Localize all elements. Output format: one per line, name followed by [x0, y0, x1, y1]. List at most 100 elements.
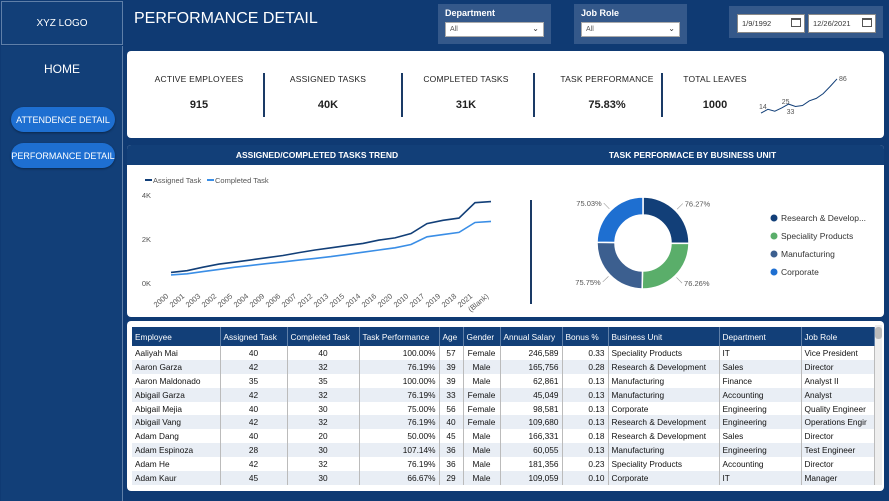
job-role-value: All	[586, 26, 594, 33]
table-cell: 42	[220, 415, 288, 430]
calendar-icon[interactable]	[791, 18, 801, 27]
chart-panel: ASSIGNED/COMPLETED TASKS TREND TASK PERF…	[127, 145, 884, 317]
logo: XYZ LOGO	[1, 1, 123, 45]
table-row[interactable]: Adam Kaur 45 30 66.67% 29 Male 109,059 0.10 Corp…	[132, 471, 875, 485]
table-row[interactable]: Aaliyah Mai 40 40 100.00% 57 Female 246,589 0.3…	[132, 346, 875, 360]
column-header[interactable]: Gender	[463, 327, 501, 346]
column-header[interactable]: Age	[439, 327, 464, 346]
column-header[interactable]: Task Performance	[359, 327, 440, 346]
table-cell: Accounting	[719, 387, 802, 402]
data-label: 76.27%	[685, 200, 711, 209]
donut-chart-title: TASK PERFORMACE BY BUSINESS UNIT	[501, 145, 884, 165]
table-cell: Finance	[719, 373, 802, 388]
table-cell: Director	[801, 359, 875, 374]
table-row[interactable]: Adam Espinoza 28 30 107.14% 36 Male 60,055 0.13…	[132, 443, 875, 458]
date-from-input[interactable]: 1/9/1992	[737, 14, 805, 33]
x-tick-label: 2002	[200, 292, 219, 310]
x-tick-label: 2003	[184, 292, 203, 310]
table-cell: Quality Engineer	[801, 401, 875, 416]
calendar-icon[interactable]	[862, 18, 872, 27]
column-header[interactable]: Job Role	[801, 327, 875, 346]
kpi-completed-tasks: COMPLETED TASKS 31K	[409, 51, 523, 138]
table-cell: Abigail Mejia	[132, 401, 221, 416]
x-tick-label: 2020	[376, 292, 395, 310]
table-cell: 32	[287, 387, 360, 402]
x-tick-label: 2012	[296, 292, 315, 310]
table-row[interactable]: Abigail Garza 42 32 76.19% 33 Female 45,049 0.1…	[132, 387, 875, 402]
department-dropdown[interactable]: All ⌄	[445, 22, 544, 37]
table-row[interactable]: Adam Dang 40 20 50.00% 45 Male 166,331 0.18 Rese…	[132, 429, 875, 444]
performance-detail-button[interactable]: PERFORMANCE DETAIL	[11, 143, 115, 168]
column-header[interactable]: Completed Task	[287, 327, 360, 346]
kpi-task-performance: TASK PERFORMANCE 75.83%	[543, 51, 671, 138]
table-cell: Female	[463, 415, 501, 430]
table-cell: 0.18	[562, 429, 609, 444]
table-cell: Male	[463, 373, 501, 388]
attendance-detail-button[interactable]: ATTENDENCE DETAIL	[11, 107, 115, 132]
kpi-divider	[533, 73, 535, 117]
table-cell: 0.28	[562, 359, 609, 374]
table-cell: 30	[287, 471, 360, 485]
kpi-divider	[263, 73, 265, 117]
kpi-value: 40K	[317, 99, 339, 111]
table-cell: 29	[439, 471, 464, 485]
column-header[interactable]: Annual Salary	[500, 327, 563, 346]
table-cell: Aaron Garza	[132, 359, 221, 374]
job-role-dropdown[interactable]: All ⌄	[581, 22, 680, 37]
table-cell: 40	[220, 429, 288, 444]
column-header[interactable]: Bonus %	[562, 327, 609, 346]
column-header[interactable]: Department	[719, 327, 802, 346]
table-cell: Abigail Garza	[132, 387, 221, 402]
table-cell: Director	[801, 429, 875, 444]
table-scrollbar[interactable]	[875, 325, 882, 485]
table-row[interactable]: Abigail Vang 42 32 76.19% 40 Female 109,680 0.1…	[132, 415, 875, 430]
table-cell: 107.14%	[359, 443, 440, 458]
table-row[interactable]: Abigail Mejia 40 30 75.00% 56 Female 98,581 0.1…	[132, 401, 875, 416]
table-row[interactable]: Adam He 42 32 76.19% 36 Male 181,356 0.23 Specia…	[132, 457, 875, 472]
table-cell: 66.67%	[359, 471, 440, 485]
table-cell: Research & Development	[608, 429, 720, 444]
date-to-input[interactable]: 12/26/2021	[808, 14, 876, 33]
table-cell: Speciality Products	[608, 346, 720, 360]
kpi-panel: ACTIVE EMPLOYEES 915 ASSIGNED TASKS 40K …	[127, 51, 884, 138]
legend-label: Speciality Products	[781, 231, 853, 241]
table-cell: 40	[220, 346, 288, 360]
donut-slice	[596, 241, 644, 290]
table-cell: IT	[719, 346, 802, 360]
x-tick-label: 2019	[424, 292, 443, 310]
sparkline-label: 86	[839, 76, 847, 83]
table-cell: Manager	[801, 471, 875, 485]
table-cell: Corporate	[608, 401, 720, 416]
legend-label: Assigned Task	[153, 176, 201, 185]
table-row[interactable]: Aaron Garza 42 32 76.19% 39 Male 165,756 0.28 Re…	[132, 359, 875, 374]
table-cell: 30	[287, 401, 360, 416]
x-tick-label: 2007	[280, 292, 299, 310]
table-header-row: Employee Assigned Task Completed Task Ta…	[132, 327, 875, 346]
table-row[interactable]: Aaron Maldonado 35 35 100.00% 39 Male 62,861 0.…	[132, 373, 875, 388]
table-cell: 76.19%	[359, 415, 440, 430]
department-value: All	[450, 26, 458, 33]
table-cell: Director	[801, 457, 875, 472]
trend-chart: Assigned Task Completed Task0K2K4K2000200…	[142, 176, 492, 314]
column-header[interactable]: Assigned Task	[220, 327, 288, 346]
kpi-total-leaves: TOTAL LEAVES 1000	[673, 51, 757, 138]
table-cell: 76.19%	[359, 359, 440, 374]
kpi-assigned-tasks: ASSIGNED TASKS 40K	[273, 51, 383, 138]
column-header[interactable]: Employee	[132, 327, 221, 346]
table-cell: Corporate	[608, 471, 720, 485]
sparkline-label: 14	[759, 104, 767, 111]
table-scrollbar-thumb[interactable]	[875, 327, 882, 339]
column-header[interactable]: Business Unit	[608, 327, 720, 346]
table-cell: Speciality Products	[608, 457, 720, 472]
table-cell: Sales	[719, 359, 802, 374]
y-tick-label: 2K	[142, 235, 151, 244]
table-cell: Male	[463, 457, 501, 472]
logo-text: XYZ LOGO	[36, 17, 88, 29]
table-cell: Engineering	[719, 443, 802, 458]
table-cell: 35	[287, 373, 360, 388]
kpi-value: 31K	[455, 99, 477, 111]
x-tick-label: 2006	[264, 292, 283, 310]
data-label-leader	[602, 276, 609, 283]
data-label-leader	[676, 277, 683, 284]
home-link[interactable]: HOME	[1, 62, 123, 76]
